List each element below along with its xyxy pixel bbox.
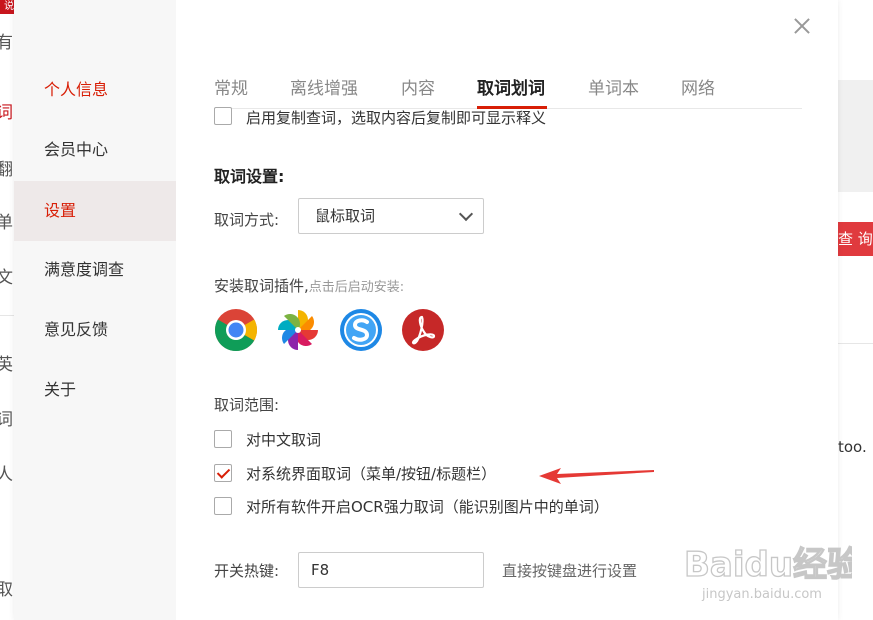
background-left-column: 有词翻单文英词人取 bbox=[0, 0, 14, 620]
chrome-icon[interactable] bbox=[214, 308, 258, 352]
acrobat-pdf-icon[interactable] bbox=[401, 308, 445, 352]
settings-dialog: 个人信息 会员中心 设置 满意度调查 意见反馈 关于 常规 离线增强 内容 取词… bbox=[14, 0, 852, 620]
range-system-ui-checkbox[interactable] bbox=[214, 464, 232, 482]
plugin-install-hint: 点击后启动安装: bbox=[308, 280, 405, 295]
pick-mode-select[interactable]: 鼠标取词 bbox=[298, 198, 484, 234]
hotkey-label: 开关热键: bbox=[214, 562, 280, 580]
watermark-sub-text: jingyan.baidu.com bbox=[701, 587, 822, 602]
sidebar-item-personal-info[interactable]: 个人信息 bbox=[14, 60, 176, 120]
chevron-down-icon bbox=[458, 206, 474, 222]
background-divider bbox=[838, 343, 873, 344]
sidebar-item-satisfaction-survey[interactable]: 满意度调查 bbox=[14, 240, 176, 300]
tab-wordbook[interactable]: 单词本 bbox=[588, 74, 639, 99]
pick-mode-value: 鼠标取词 bbox=[315, 207, 376, 225]
range-chinese-checkbox[interactable] bbox=[214, 430, 232, 448]
range-system-ui-label: 对系统界面取词（菜单/按钮/标题栏） bbox=[246, 465, 497, 483]
watermark-logo-text: Baidu经验 bbox=[684, 545, 852, 585]
sidebar-item-member-center[interactable]: 会员中心 bbox=[14, 120, 176, 180]
tab-offline-enhance[interactable]: 离线增强 bbox=[290, 74, 358, 99]
pick-settings-title: 取词设置: bbox=[214, 167, 285, 186]
hotkey-input[interactable]: F8 bbox=[298, 552, 484, 588]
tab-word-pick[interactable]: 取词划词 bbox=[477, 74, 545, 99]
copy-lookup-checkbox[interactable] bbox=[214, 107, 232, 125]
pick-range-title: 取词范围: bbox=[214, 396, 280, 414]
tab-network[interactable]: 网络 bbox=[681, 74, 715, 99]
safari-s-icon[interactable] bbox=[339, 308, 383, 352]
sidebar-item-feedback[interactable]: 意见反馈 bbox=[14, 300, 176, 360]
range-chinese-label: 对中文取词 bbox=[246, 431, 322, 449]
copy-lookup-label: 启用复制查词，选取内容后复制即可显示释义 bbox=[246, 109, 547, 127]
close-icon[interactable] bbox=[792, 16, 812, 36]
settings-sidebar: 个人信息 会员中心 设置 满意度调查 意见反馈 关于 bbox=[14, 0, 176, 620]
photos-pinwheel-icon[interactable] bbox=[276, 308, 320, 352]
range-ocr-checkbox[interactable] bbox=[214, 497, 232, 515]
tab-general[interactable]: 常规 bbox=[214, 74, 248, 99]
sidebar-item-settings[interactable]: 设置 bbox=[14, 181, 176, 241]
background-right-panel bbox=[838, 80, 873, 192]
plugin-install-label: 安装取词插件,点击后启动安装: bbox=[214, 275, 404, 296]
sidebar-item-about[interactable]: 关于 bbox=[14, 360, 176, 420]
hotkey-hint: 直接按键盘进行设置 bbox=[502, 562, 638, 580]
plugin-install-label-text: 安装取词插件, bbox=[214, 277, 309, 295]
range-ocr-label: 对所有软件开启OCR强力取词（能识别图片中的单词） bbox=[246, 498, 609, 516]
background-text: too. bbox=[838, 438, 867, 456]
background-divider bbox=[0, 315, 14, 316]
tab-content[interactable]: 内容 bbox=[401, 74, 435, 99]
baidu-jingyan-watermark: Baidu经验 jingyan.baidu.com bbox=[683, 544, 852, 602]
pick-mode-label: 取词方式: bbox=[214, 211, 280, 229]
annotation-arrow-icon bbox=[539, 468, 654, 484]
settings-tabs: 常规 离线增强 内容 取词划词 单词本 网络 bbox=[214, 70, 802, 109]
